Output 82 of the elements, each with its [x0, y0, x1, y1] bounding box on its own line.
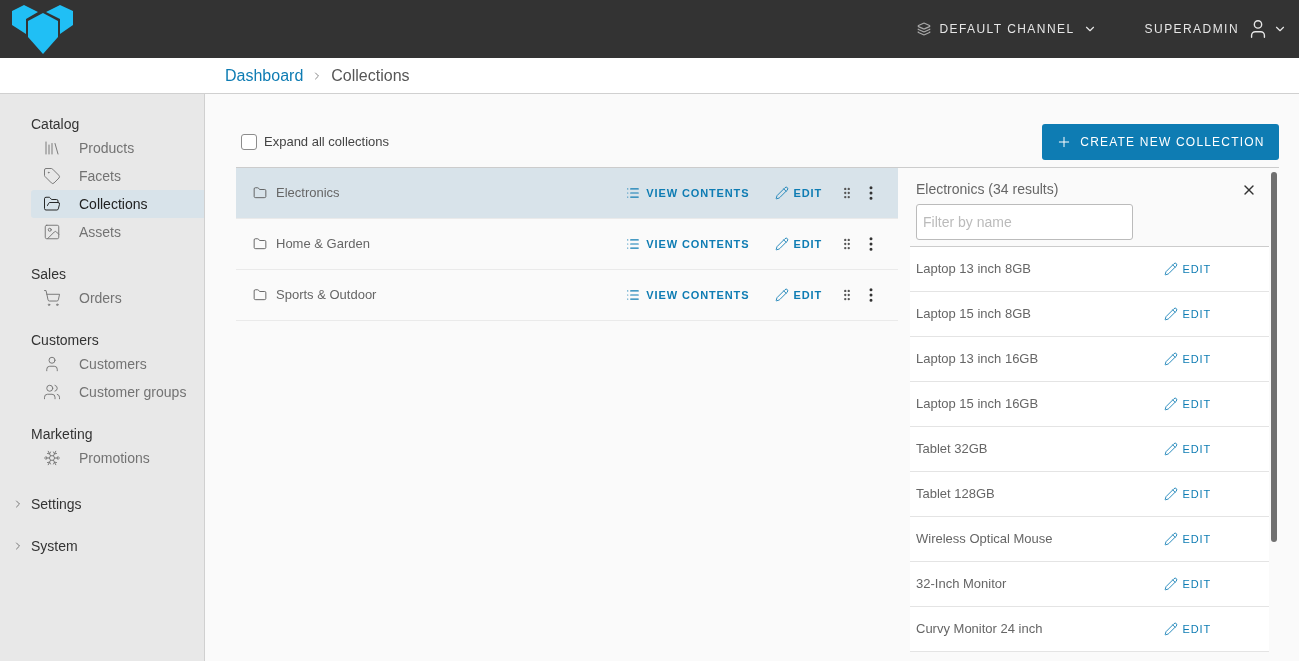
pencil-icon [775, 237, 790, 251]
edit-button[interactable]: EDIT [1164, 620, 1211, 638]
sidebar-item[interactable]: Products [31, 134, 204, 162]
scrollbar[interactable] [1271, 172, 1277, 542]
collection-row[interactable]: Electronics VIEW CONTENTS EDIT [236, 168, 898, 219]
users-icon [43, 383, 61, 401]
folder-icon [253, 186, 267, 200]
checkbox[interactable] [241, 134, 257, 150]
channel-switcher[interactable]: DEFAULT CHANNEL [917, 20, 1097, 38]
product-name: Tablet 128GB [916, 485, 995, 504]
sidebar-section-title: Catalog [30, 115, 81, 134]
view-contents-button[interactable]: VIEW CONTENTS [626, 184, 750, 202]
pencil-icon [1164, 577, 1179, 591]
list-icon [626, 237, 641, 251]
product-name: Laptop 13 inch 8GB [916, 260, 1031, 279]
edit-button[interactable]: EDIT [1164, 350, 1211, 368]
breadcrumb-current: Collections [331, 65, 410, 86]
edit-button[interactable]: EDIT [775, 184, 822, 202]
sidebar-item[interactable]: Customer groups [31, 378, 204, 406]
product-name: Curvy Monitor 24 inch [916, 620, 1043, 639]
pencil-icon [1164, 442, 1179, 456]
edit-button[interactable]: EDIT [1164, 440, 1211, 458]
sidebar-item[interactable]: Orders [31, 284, 204, 312]
collection-row[interactable]: Sports & Outdoor VIEW CONTENTS EDIT [236, 270, 898, 321]
pencil-icon [775, 186, 790, 200]
checkbox-label: Expand all collections [264, 133, 390, 152]
sidebar-item[interactable]: Customers [31, 350, 204, 378]
folder-icon [253, 237, 267, 251]
product-name: Laptop 15 inch 8GB [916, 305, 1031, 324]
edit-button[interactable]: EDIT [1164, 305, 1211, 323]
panel-title: Electronics (34 results) [916, 180, 1059, 199]
sidebar-section-title: Marketing [30, 425, 94, 444]
sidebar-section-title: Sales [30, 265, 68, 284]
edit-button[interactable]: EDIT [1164, 395, 1211, 413]
logo-icon [12, 3, 74, 55]
product-name: Laptop 15 inch 16GB [916, 395, 1039, 414]
sidebar-section-title: Customers [30, 331, 100, 350]
user-menu[interactable]: SUPERADMIN [1144, 18, 1287, 40]
edit-button[interactable]: EDIT [1164, 575, 1211, 593]
pencil-icon [1164, 487, 1179, 501]
collection-name: Home & Garden [276, 235, 370, 254]
cart-icon [43, 289, 61, 307]
collection-name: Electronics [276, 184, 340, 203]
product-name: Laptop 13 inch 16GB [916, 350, 1039, 369]
list-icon [626, 186, 641, 200]
pencil-icon [1164, 262, 1179, 276]
list-icon [626, 288, 641, 302]
folder-icon [253, 288, 267, 302]
books-icon [43, 139, 61, 157]
edit-button[interactable]: EDIT [775, 235, 822, 253]
product-name: Wireless Optical Mouse [916, 530, 1053, 549]
sidebar-item[interactable]: Promotions [31, 444, 204, 472]
pencil-icon [1164, 307, 1179, 321]
view-contents-button[interactable]: VIEW CONTENTS [626, 286, 750, 304]
sidebar-item[interactable]: Assets [31, 218, 204, 246]
folder-icon [43, 195, 61, 213]
pencil-icon [1164, 397, 1179, 411]
edit-button[interactable]: EDIT [1164, 530, 1211, 548]
sidebar-section-toggle[interactable]: Settings [0, 490, 82, 518]
image-icon [43, 223, 61, 241]
sidebar-section-toggle[interactable]: System [0, 532, 78, 560]
collection-name: Sports & Outdoor [276, 286, 377, 305]
collection-row[interactable]: Home & Garden VIEW CONTENTS EDIT [236, 219, 898, 270]
pencil-icon [1164, 622, 1179, 636]
sidebar-item[interactable]: Facets [31, 162, 204, 190]
product-name: 32-Inch Monitor [916, 575, 1007, 594]
layers-icon [917, 22, 932, 36]
edit-button[interactable]: EDIT [1164, 260, 1211, 278]
snowflake-icon [43, 449, 61, 467]
pencil-icon [1164, 532, 1179, 546]
edit-button[interactable]: EDIT [1164, 485, 1211, 503]
filter-input[interactable]: Filter by name [916, 204, 1133, 240]
breadcrumb-link[interactable]: Dashboard [225, 63, 304, 88]
tag-icon [43, 167, 61, 185]
pencil-icon [775, 288, 790, 302]
view-contents-button[interactable]: VIEW CONTENTS [626, 235, 750, 253]
create-collection-button[interactable]: CREATE NEW COLLECTION [1042, 124, 1279, 160]
product-name: Tablet 32GB [916, 440, 988, 459]
user-icon [43, 355, 61, 373]
pencil-icon [1164, 352, 1179, 366]
sidebar-item[interactable]: Collections [31, 190, 204, 218]
edit-button[interactable]: EDIT [775, 286, 822, 304]
